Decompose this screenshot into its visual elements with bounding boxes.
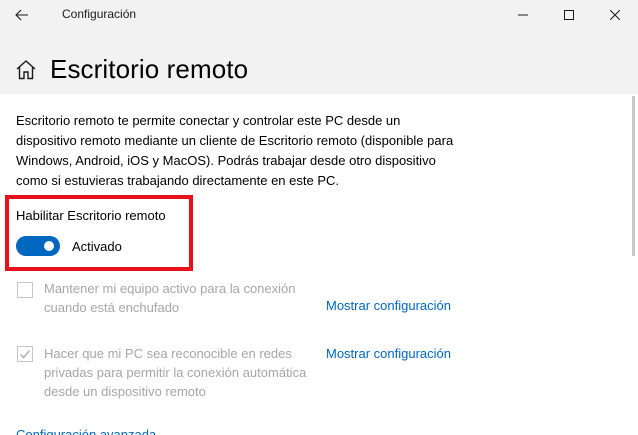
advanced-settings-link[interactable]: Configuración avanzada xyxy=(16,427,156,435)
toggle-knob xyxy=(44,241,54,251)
discoverable-show-settings-link[interactable]: Mostrar configuración xyxy=(326,346,451,361)
content-pane: Escritorio remoto te permite conectar y … xyxy=(0,94,630,435)
minimize-button[interactable] xyxy=(500,0,546,30)
discoverable-label: Hacer que mi PC sea reconocible en redes… xyxy=(44,346,307,399)
back-button[interactable] xyxy=(8,2,36,28)
app-title: Configuración xyxy=(62,7,137,21)
home-icon[interactable] xyxy=(14,58,38,82)
keep-awake-show-settings-link[interactable]: Mostrar configuración xyxy=(326,298,451,313)
maximize-button[interactable] xyxy=(546,0,592,30)
discoverable-checkbox[interactable] xyxy=(17,346,33,362)
maximize-icon xyxy=(564,10,574,20)
title-bar: Configuración xyxy=(0,0,638,30)
close-button[interactable] xyxy=(592,0,638,30)
arrow-left-icon xyxy=(15,9,28,21)
keep-awake-label: Mantener mi equipo activo para la conexi… xyxy=(44,281,296,315)
page-title: Escritorio remoto xyxy=(50,54,249,84)
toggle-state-text: Activado xyxy=(72,239,122,254)
keep-awake-checkbox[interactable] xyxy=(17,282,33,298)
settings-window: Configuración Escritorio remoto Escritor… xyxy=(0,0,638,435)
minimize-icon xyxy=(518,14,528,16)
checkmark-icon xyxy=(20,350,30,359)
description-text: Escritorio remoto te permite conectar y … xyxy=(16,113,454,188)
enable-remote-desktop-toggle[interactable] xyxy=(16,236,60,256)
scrollbar[interactable] xyxy=(632,96,635,256)
enable-remote-desktop-label: Habilitar Escritorio remoto xyxy=(16,208,166,223)
close-icon xyxy=(610,10,620,20)
highlight-box xyxy=(5,195,193,271)
page-header: Escritorio remoto xyxy=(0,30,638,94)
